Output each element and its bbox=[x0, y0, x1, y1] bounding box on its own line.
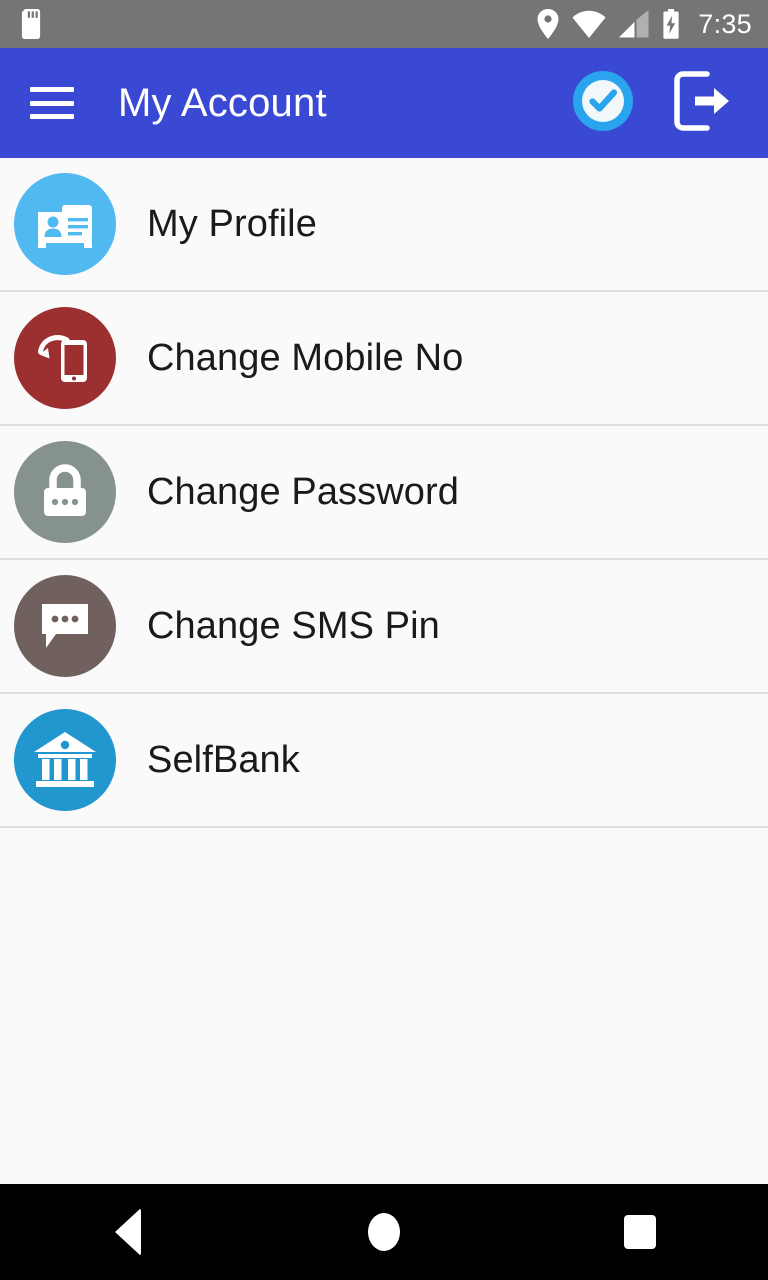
nav-back-button[interactable] bbox=[68, 1184, 188, 1280]
status-bar: 7:35 bbox=[0, 0, 768, 48]
sd-card-icon bbox=[18, 9, 44, 39]
hamburger-menu-icon[interactable] bbox=[30, 87, 74, 119]
list-item-change-mobile-no[interactable]: Change Mobile No bbox=[0, 292, 768, 426]
logout-button[interactable] bbox=[672, 70, 734, 137]
hamburger-line bbox=[30, 87, 74, 92]
bank-building-icon bbox=[14, 709, 116, 811]
phone-rotate-icon bbox=[14, 307, 116, 409]
status-bar-right-icons: 7:35 bbox=[537, 9, 752, 40]
exit-to-app-icon bbox=[673, 70, 733, 137]
list-item-label: Change Mobile No bbox=[147, 336, 464, 379]
app-bar-actions bbox=[572, 70, 748, 137]
square-recents-icon bbox=[624, 1215, 656, 1249]
list-item-selfbank[interactable]: SelfBank bbox=[0, 694, 768, 828]
circle-home-icon bbox=[368, 1213, 400, 1251]
contact-card-icon bbox=[14, 173, 116, 275]
android-navigation-bar bbox=[0, 1184, 768, 1280]
list-item-label: Change Password bbox=[147, 470, 460, 513]
lock-icon bbox=[14, 441, 116, 543]
chat-bubble-icon bbox=[14, 575, 116, 677]
list-item-label: Change SMS Pin bbox=[147, 604, 440, 647]
list-item-label: My Profile bbox=[147, 202, 317, 245]
triangle-back-icon bbox=[115, 1208, 141, 1256]
list-item-label: SelfBank bbox=[147, 738, 300, 781]
cellular-signal-icon bbox=[619, 10, 649, 38]
phone-screen: 7:35 My Account My Profile Change Mobile… bbox=[0, 0, 768, 1280]
battery-charging-icon bbox=[662, 9, 680, 39]
nav-recents-button[interactable] bbox=[580, 1184, 700, 1280]
hamburger-line bbox=[30, 100, 74, 106]
check-circle-icon bbox=[572, 70, 634, 137]
status-bar-clock: 7:35 bbox=[698, 8, 752, 39]
nav-home-button[interactable] bbox=[324, 1184, 444, 1280]
wifi-icon bbox=[572, 10, 606, 38]
account-options-list: My Profile Change Mobile No Change Passw… bbox=[0, 158, 768, 1184]
list-item-change-sms-pin[interactable]: Change SMS Pin bbox=[0, 560, 768, 694]
verified-check-button[interactable] bbox=[572, 70, 634, 137]
location-pin-icon bbox=[537, 9, 559, 39]
list-item-change-password[interactable]: Change Password bbox=[0, 426, 768, 560]
hamburger-line bbox=[30, 114, 74, 119]
status-bar-left-icons bbox=[18, 9, 44, 39]
app-bar: My Account bbox=[0, 48, 768, 158]
list-item-my-profile[interactable]: My Profile bbox=[0, 158, 768, 292]
page-title: My Account bbox=[118, 80, 327, 125]
